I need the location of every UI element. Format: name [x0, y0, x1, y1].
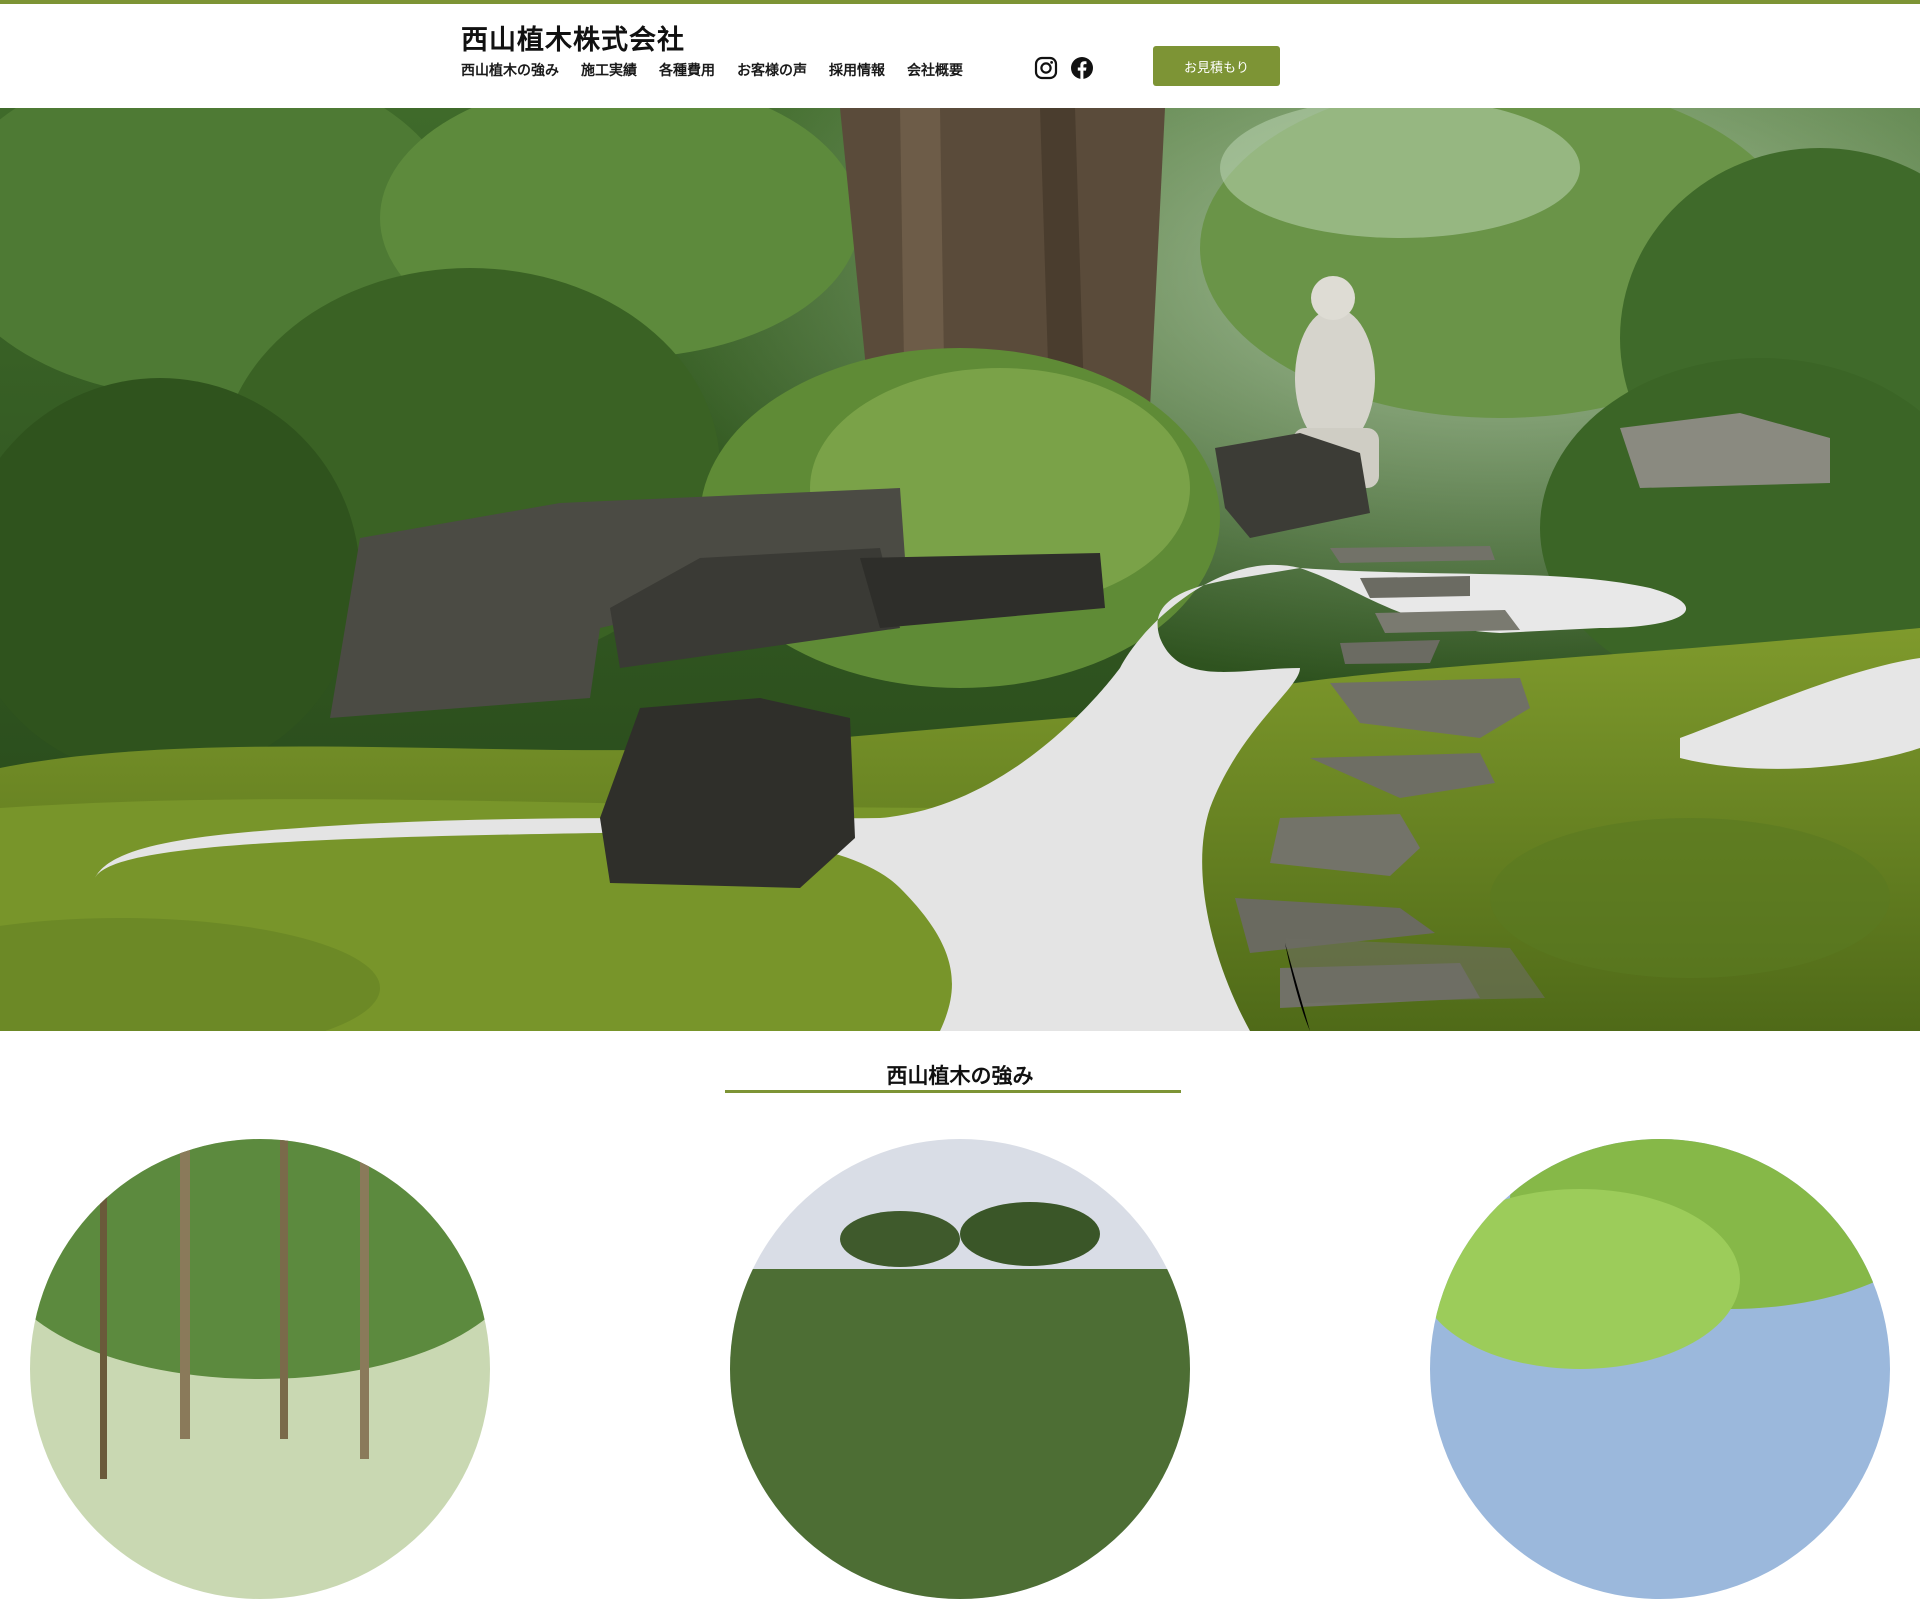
- strengths-section-title: 西山植木の強み: [886, 1063, 1034, 1088]
- nav-item-works[interactable]: 施工実績: [581, 60, 637, 80]
- nav-item-company[interactable]: 会社概要: [907, 60, 963, 80]
- facebook-icon[interactable]: [1070, 56, 1094, 80]
- instagram-icon[interactable]: [1034, 56, 1058, 80]
- section-title-underline: [725, 1090, 1181, 1093]
- strength-image-3: [1430, 1139, 1890, 1599]
- site-logo[interactable]: 西山植木株式会社: [461, 18, 685, 57]
- social-links: [1034, 56, 1094, 80]
- site-header: 西山植木株式会社 西山植木の強み 施工実績 各種費用 お客様の声 採用情報 会社…: [0, 4, 1920, 108]
- estimate-button[interactable]: お見積もり: [1153, 46, 1280, 86]
- strength-image-1: [30, 1139, 490, 1599]
- main-nav: 西山植木の強み 施工実績 各種費用 お客様の声 採用情報 会社概要: [461, 60, 963, 80]
- nav-item-recruit[interactable]: 採用情報: [829, 60, 885, 80]
- nav-item-strengths[interactable]: 西山植木の強み: [461, 60, 559, 80]
- hero-image: [0, 108, 1920, 1031]
- strength-image-2: [730, 1139, 1190, 1599]
- nav-item-voices[interactable]: お客様の声: [737, 60, 807, 80]
- nav-item-costs[interactable]: 各種費用: [659, 60, 715, 80]
